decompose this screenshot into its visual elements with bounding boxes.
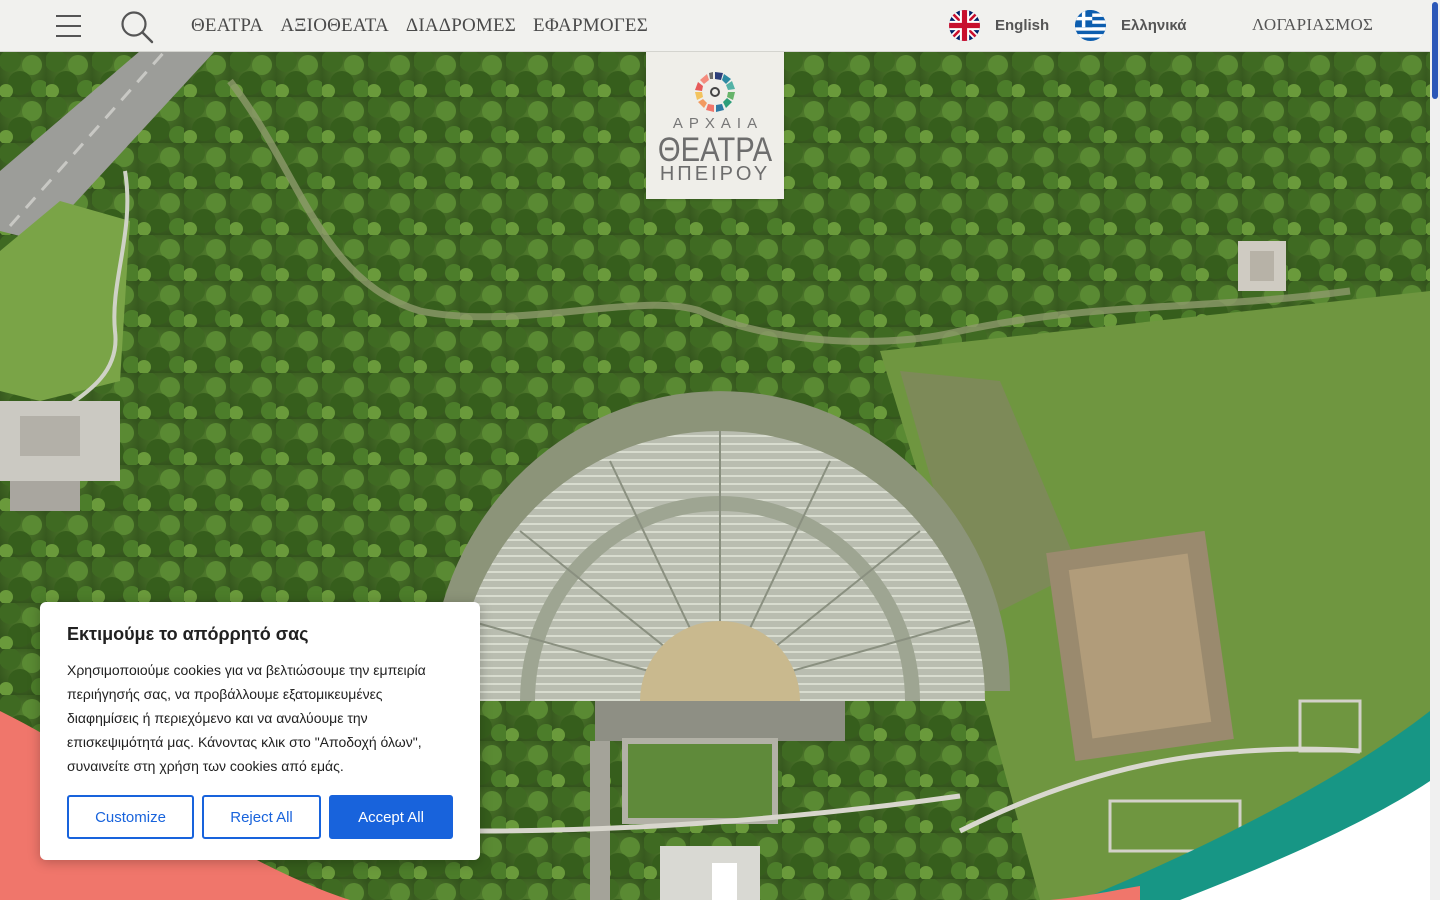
scrollbar-thumb[interactable] [1432, 2, 1438, 99]
cookie-description: Χρησιμοποιούμε cookies για να βελτιώσουμ… [67, 662, 426, 774]
site-logo[interactable]: ΑΡΧΑΙΑ ΘΕΑΤΡΑ ΗΠΕΙΡΟΥ [646, 51, 784, 199]
language-greek-label: Ελληνικά [1121, 16, 1187, 34]
logo-mark-icon [695, 72, 735, 112]
language-greek[interactable]: Ελληνικά [1075, 8, 1186, 42]
cookie-consent-dialog: Εκτιμούμε το απόρρητό σας Χρησιμοποιούμε… [40, 602, 480, 860]
top-navigation-bar: ΘΕΑΤΡΑ ΑΞΙΟΘΕΑΤΑ ΔΙΑΔΡΟΜΕΣ ΕΦΑΡΜΟΓΕΣ Eng… [0, 0, 1430, 52]
language-english[interactable]: English [949, 8, 1049, 42]
nav-item-applications[interactable]: ΕΦΑΡΜΟΓΕΣ [533, 15, 648, 37]
page-scrollbar[interactable] [1430, 0, 1440, 900]
logo-text-line3: ΗΠΕΙΡΟΥ [659, 163, 771, 185]
main-nav: ΘΕΑΤΡΑ ΑΞΙΟΘΕΑΤΑ ΔΙΑΔΡΟΜΕΣ ΕΦΑΡΜΟΓΕΣ [191, 0, 648, 51]
uk-flag-icon [949, 9, 980, 41]
account-link[interactable]: ΛΟΓΑΡΙΑΣΜΟΣ [1252, 15, 1373, 35]
hamburger-menu-icon[interactable] [56, 13, 82, 39]
customize-button[interactable]: Customize [67, 795, 194, 839]
nav-item-routes[interactable]: ΔΙΑΔΡΟΜΕΣ [406, 15, 516, 37]
search-icon[interactable] [119, 9, 155, 45]
cookie-title: Εκτιμούμε το απόρρητό σας [67, 624, 309, 644]
nav-item-theatres[interactable]: ΘΕΑΤΡΑ [191, 15, 263, 37]
reject-all-button[interactable]: Reject All [202, 795, 321, 839]
accept-all-button[interactable]: Accept All [329, 795, 453, 839]
language-english-label: English [995, 16, 1050, 34]
nav-item-sights[interactable]: ΑΞΙΟΘΕΑΤΑ [280, 15, 389, 37]
greece-flag-icon [1075, 9, 1106, 41]
